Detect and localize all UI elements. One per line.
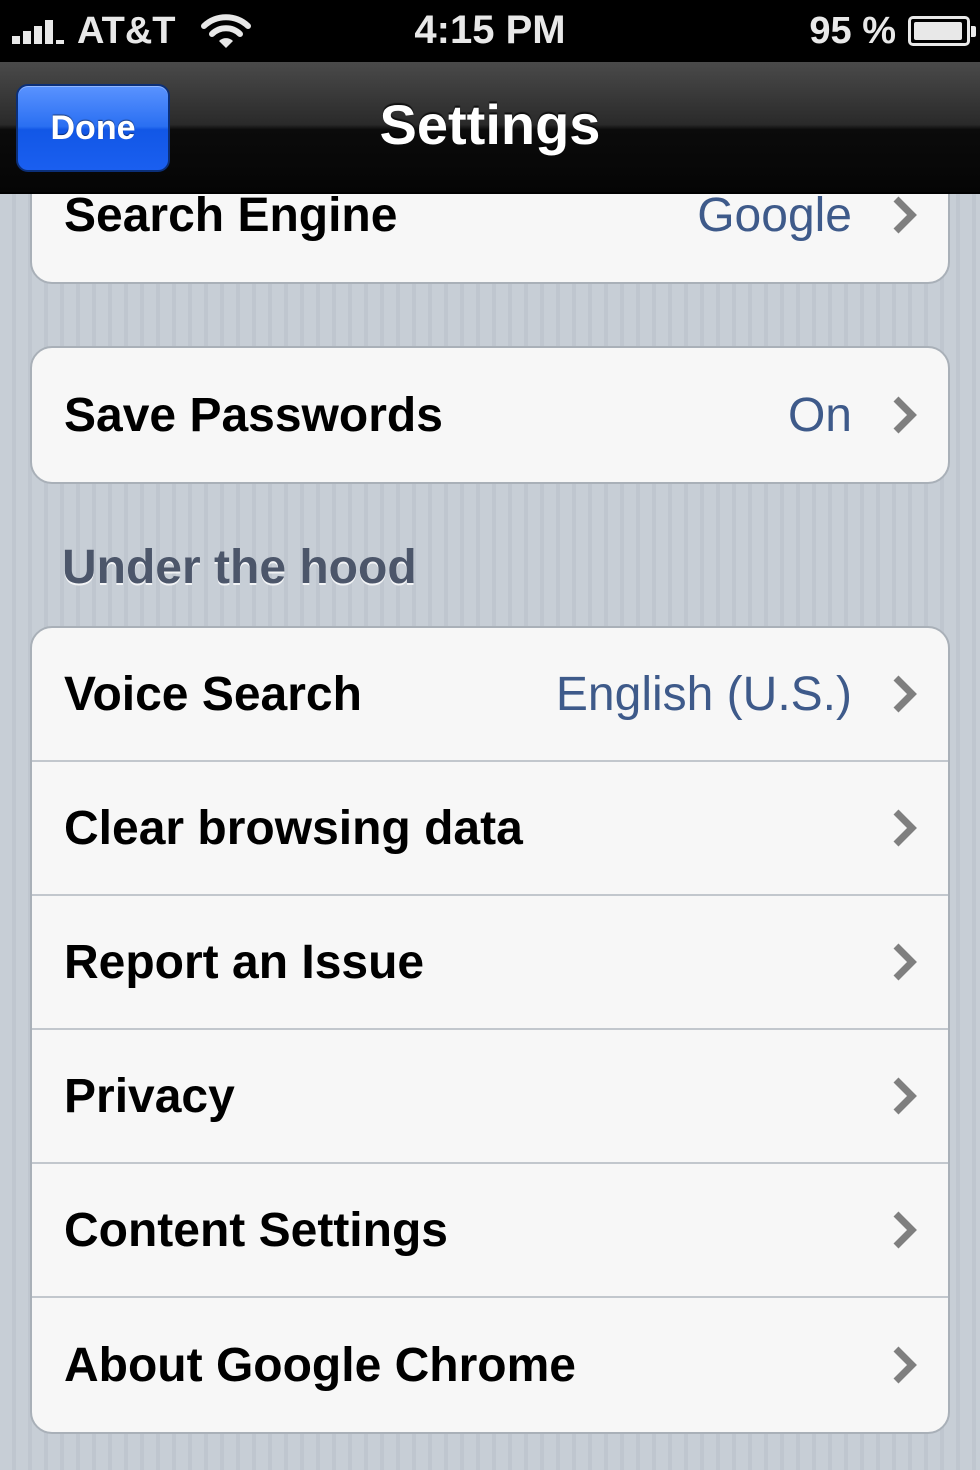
row-label: Save Passwords bbox=[64, 388, 443, 442]
battery-icon bbox=[908, 16, 976, 46]
section-header-under-the-hood: Under the hood bbox=[62, 541, 417, 594]
row-search-engine[interactable]: Search Engine Google bbox=[32, 194, 948, 282]
row-label: Search Engine bbox=[64, 194, 398, 242]
status-right: 95 % bbox=[809, 9, 976, 52]
passwords-group: Save Passwords On bbox=[30, 346, 950, 484]
row-value: On bbox=[787, 388, 852, 442]
row-value: Google bbox=[697, 194, 852, 242]
under-the-hood-group: Voice Search English (U.S.) Clear browsi… bbox=[30, 626, 950, 1434]
row-label: About Google Chrome bbox=[64, 1338, 576, 1392]
chevron-right-icon bbox=[893, 675, 917, 713]
battery-nub bbox=[971, 26, 976, 37]
row-label: Content Settings bbox=[64, 1203, 448, 1257]
nav-bar: Done Settings bbox=[0, 62, 980, 194]
status-bar: AT&T 4:15 PM 95 % bbox=[0, 0, 980, 62]
search-group: Search Engine Google bbox=[30, 194, 950, 284]
row-clear-browsing-data[interactable]: Clear browsing data bbox=[32, 762, 948, 896]
row-label: Clear browsing data bbox=[64, 801, 523, 855]
row-label: Privacy bbox=[64, 1069, 235, 1123]
row-voice-search[interactable]: Voice Search English (U.S.) bbox=[32, 628, 948, 762]
chevron-right-icon bbox=[893, 396, 917, 434]
row-save-passwords[interactable]: Save Passwords On bbox=[32, 348, 948, 482]
settings-list[interactable]: Search Engine Google Save Passwords On U… bbox=[0, 194, 980, 1470]
battery-fill bbox=[914, 22, 962, 40]
chevron-right-icon bbox=[893, 1211, 917, 1249]
row-report-an-issue[interactable]: Report an Issue bbox=[32, 896, 948, 1030]
chevron-right-icon bbox=[893, 1077, 917, 1115]
chevron-right-icon bbox=[893, 943, 917, 981]
row-label: Voice Search bbox=[64, 667, 362, 721]
chevron-right-icon bbox=[893, 1346, 917, 1384]
chevron-right-icon bbox=[893, 196, 917, 234]
row-content-settings[interactable]: Content Settings bbox=[32, 1164, 948, 1298]
row-label: Report an Issue bbox=[64, 935, 425, 989]
done-button[interactable]: Done bbox=[16, 84, 170, 172]
chevron-right-icon bbox=[893, 809, 917, 847]
row-value: English (U.S.) bbox=[555, 667, 852, 721]
row-about-google-chrome[interactable]: About Google Chrome bbox=[32, 1298, 948, 1432]
battery-percent: 95 % bbox=[809, 9, 896, 52]
row-privacy[interactable]: Privacy bbox=[32, 1030, 948, 1164]
